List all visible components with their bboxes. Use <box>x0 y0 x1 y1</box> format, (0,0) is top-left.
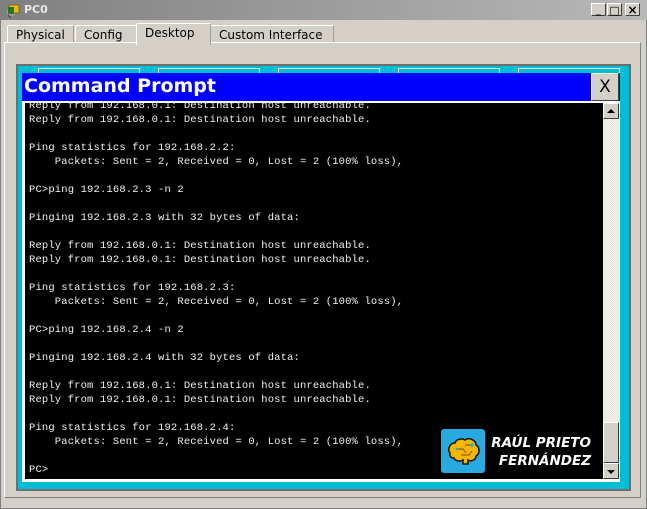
scroll-down-button[interactable] <box>603 463 619 479</box>
tab-config-label: Config <box>84 28 123 42</box>
tab-physical[interactable]: Physical <box>7 25 74 43</box>
scroll-up-button[interactable] <box>603 103 619 119</box>
tab-physical-label: Physical <box>16 28 65 42</box>
tab-desktop[interactable]: Desktop <box>136 23 211 45</box>
console-line: Reply from 192.168.0.1: Destination host… <box>29 254 371 266</box>
console-line: Packets: Sent = 2, Received = 0, Lost = … <box>29 436 404 448</box>
arrow-up-icon <box>607 109 615 113</box>
close-window-button[interactable]: × <box>625 3 640 17</box>
close-icon: × <box>627 3 638 17</box>
author-name-line1: RAÚL PRIETO <box>491 435 591 451</box>
console-line: Reply from 192.168.0.1: Destination host… <box>29 240 371 252</box>
console-line: PC>ping 192.168.2.4 -n 2 <box>29 324 184 336</box>
command-prompt-body: Reply from 192.168.0.1: Destination host… <box>22 101 620 482</box>
pc-app-icon <box>6 4 20 18</box>
console-output[interactable]: Reply from 192.168.0.1: Destination host… <box>25 103 603 479</box>
brain-circuit-icon <box>441 429 485 473</box>
console-line: PC>ping 192.168.2.3 -n 2 <box>29 184 184 196</box>
author-watermark: RAÚL PRIETO FERNÁNDEZ <box>441 429 596 475</box>
console-line: Ping statistics for 192.168.2.4: <box>29 422 236 434</box>
vertical-scrollbar[interactable] <box>603 103 619 479</box>
arrow-down-icon <box>607 470 615 474</box>
console-line: Packets: Sent = 2, Received = 0, Lost = … <box>29 296 404 308</box>
minimize-icon: _ <box>596 5 601 16</box>
window-title: PC0 <box>24 3 48 16</box>
scrollbar-thumb[interactable] <box>603 422 619 463</box>
tab-custom-interface-label: Custom Interface <box>219 28 323 42</box>
console-line: Pinging 192.168.2.4 with 32 bytes of dat… <box>29 352 300 364</box>
minimize-button[interactable]: _ <box>591 3 606 16</box>
command-prompt-title-bar[interactable]: Command Prompt X <box>22 73 620 101</box>
console-line: Packets: Sent = 2, Received = 0, Lost = … <box>29 156 404 168</box>
command-prompt-title: Command Prompt <box>24 75 216 97</box>
console-line: Reply from 192.168.0.1: Destination host… <box>29 114 371 126</box>
console-line: Ping statistics for 192.168.2.2: <box>29 142 236 154</box>
console-line: Ping statistics for 192.168.2.3: <box>29 282 236 294</box>
close-icon: X <box>599 77 611 97</box>
title-bar[interactable]: PC0 _ □ × <box>0 0 647 20</box>
tab-desktop-label: Desktop <box>145 26 195 40</box>
console-line: Reply from 192.168.0.1: Destination host… <box>29 394 371 406</box>
author-name-line2: FERNÁNDEZ <box>498 453 591 469</box>
author-name: RAÚL PRIETO FERNÁNDEZ <box>487 434 591 470</box>
maximize-button[interactable]: □ <box>607 3 622 17</box>
console-line: Reply from 192.168.0.1: Destination host… <box>29 380 371 392</box>
tab-config[interactable]: Config <box>75 25 137 43</box>
maximize-icon: □ <box>609 4 620 17</box>
console-line: Pinging 192.168.2.3 with 32 bytes of dat… <box>29 212 300 224</box>
console-line: Reply from 192.168.0.1: Destination host… <box>29 103 371 112</box>
tab-custom-interface[interactable]: Custom Interface <box>210 25 334 43</box>
command-prompt-window: Command Prompt X Reply from 192.168.0.1:… <box>22 73 620 482</box>
console-line: PC> <box>29 464 49 476</box>
command-prompt-close-button[interactable]: X <box>591 73 619 101</box>
